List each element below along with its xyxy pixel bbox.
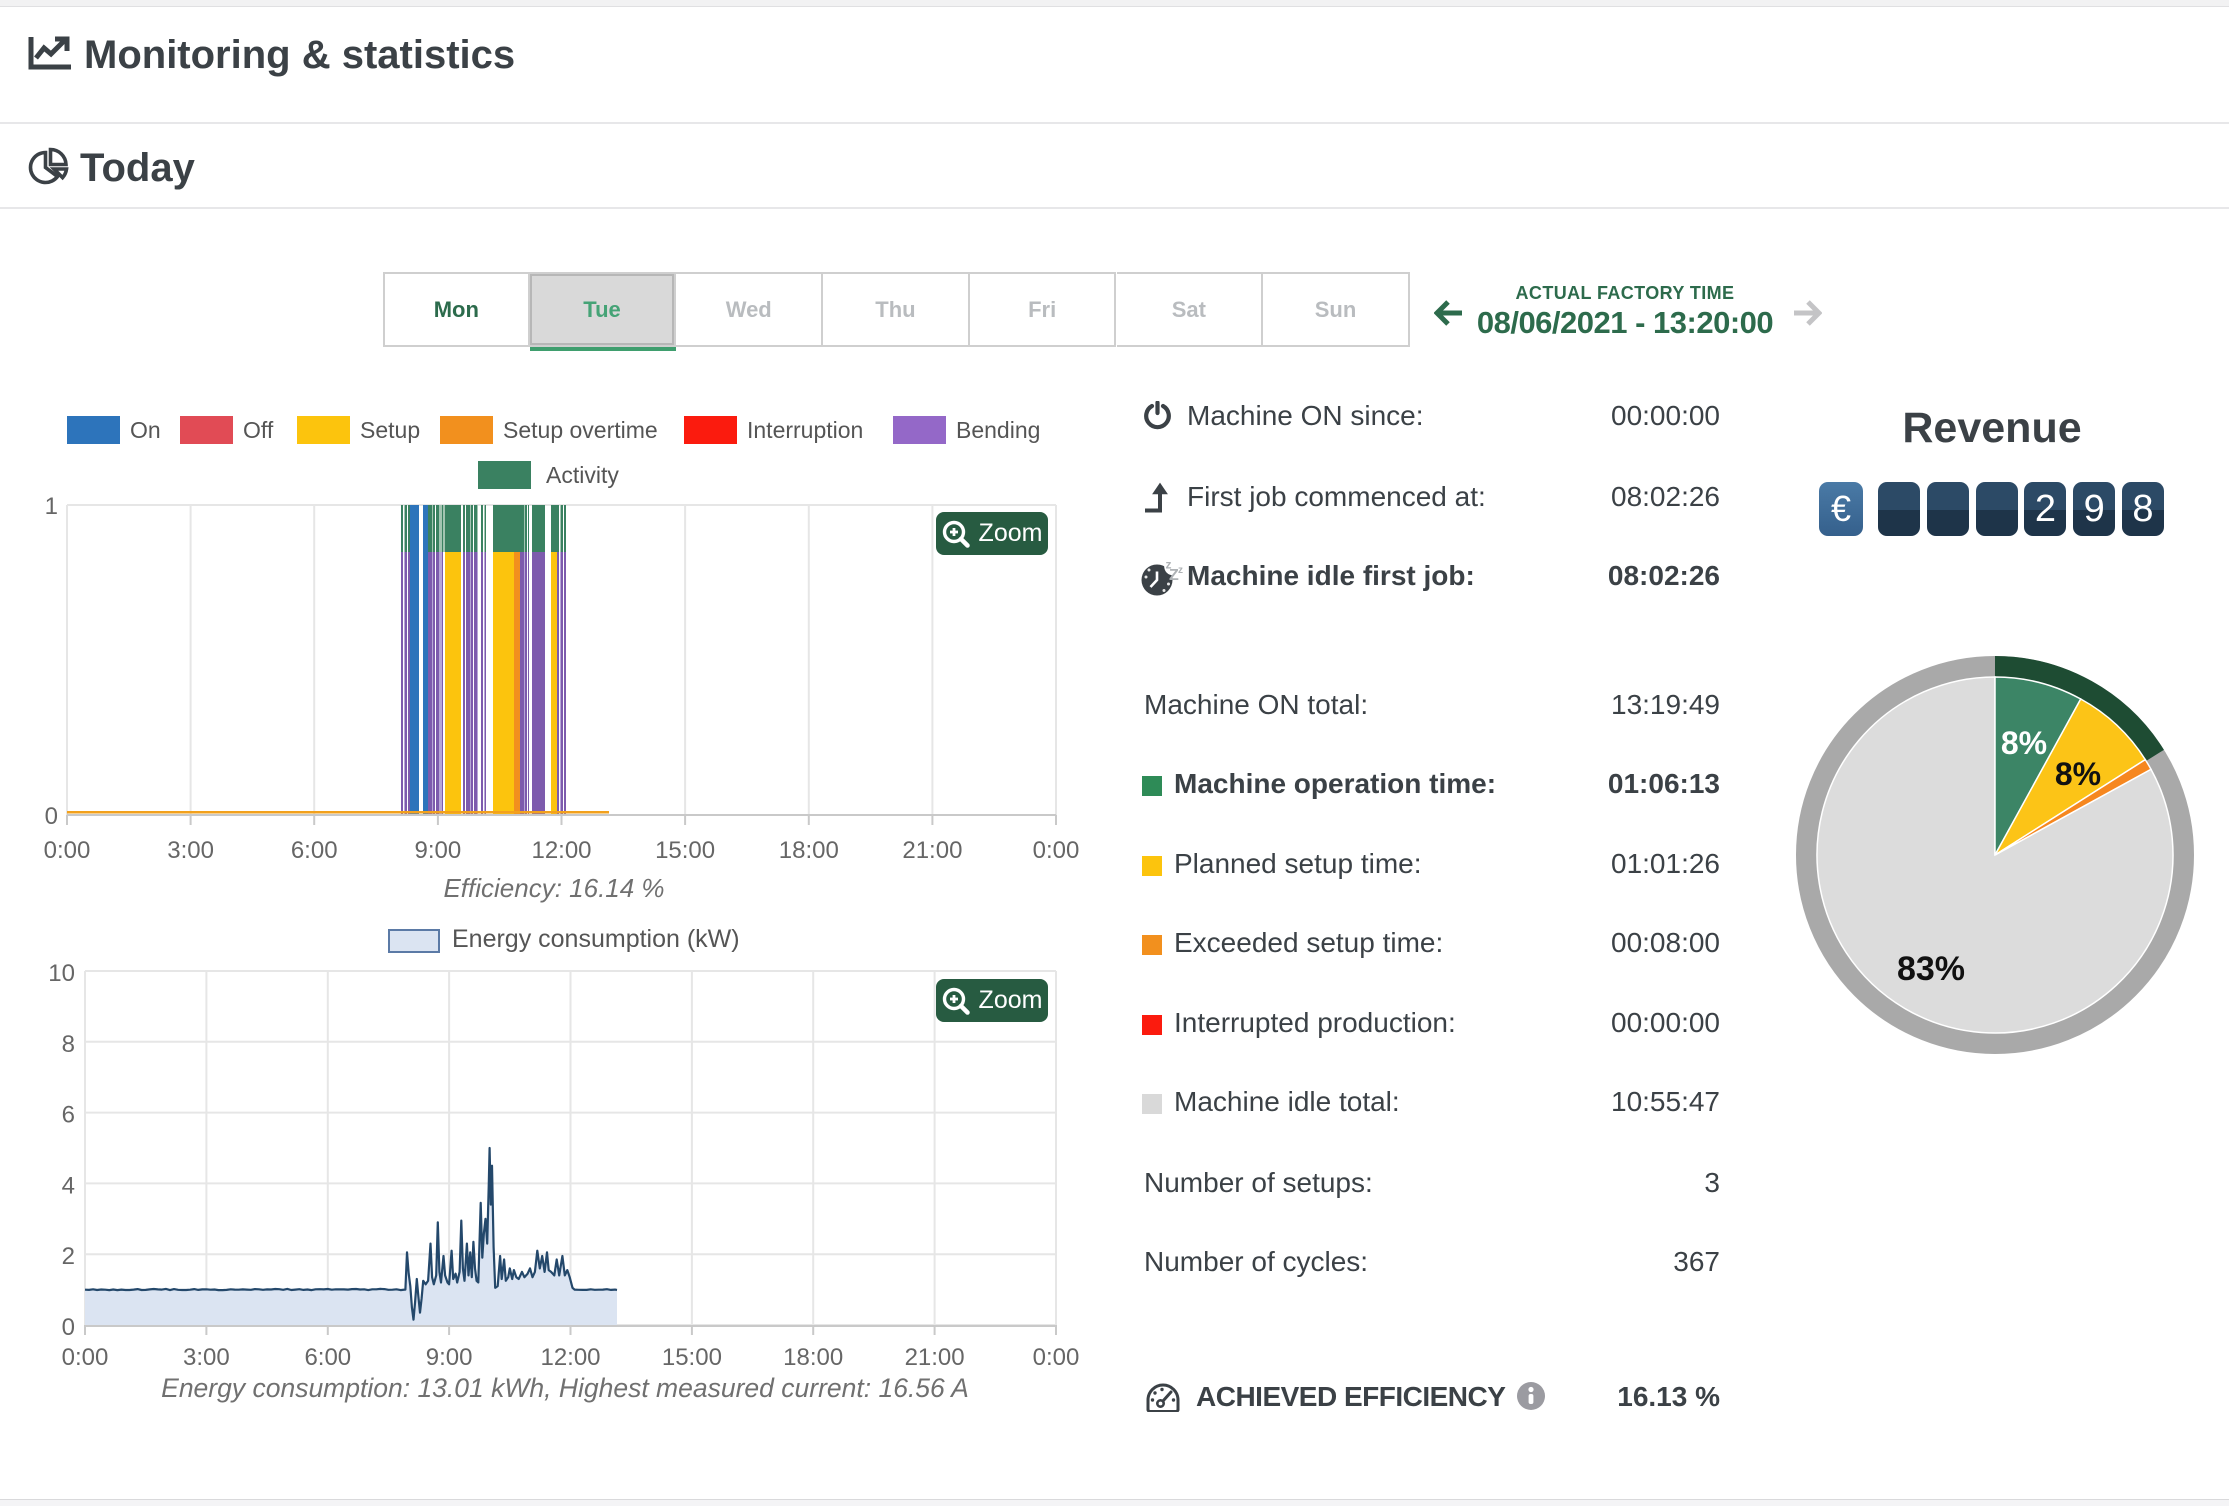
svg-text:8%: 8%: [2001, 725, 2047, 761]
svg-text:3:00: 3:00: [167, 837, 214, 864]
svg-text:18:00: 18:00: [779, 837, 839, 864]
svg-text:9:00: 9:00: [415, 837, 462, 864]
svg-text:1: 1: [45, 493, 58, 520]
svg-text:83%: 83%: [1897, 950, 1965, 988]
svg-text:0:00: 0:00: [1033, 837, 1080, 864]
svg-text:0:00: 0:00: [1033, 1344, 1080, 1371]
svg-text:8: 8: [62, 1031, 75, 1058]
svg-text:2: 2: [62, 1243, 75, 1270]
svg-text:21:00: 21:00: [905, 1344, 965, 1371]
svg-text:8%: 8%: [2055, 756, 2101, 792]
svg-text:15:00: 15:00: [662, 1344, 722, 1371]
svg-text:0: 0: [62, 1314, 75, 1341]
svg-text:9:00: 9:00: [426, 1344, 473, 1371]
svg-text:12:00: 12:00: [531, 837, 591, 864]
svg-text:15:00: 15:00: [655, 837, 715, 864]
svg-text:6: 6: [62, 1102, 75, 1129]
svg-text:4: 4: [62, 1172, 75, 1199]
svg-text:10: 10: [48, 960, 75, 987]
svg-text:3:00: 3:00: [183, 1344, 230, 1371]
svg-text:0:00: 0:00: [62, 1344, 109, 1371]
svg-text:z: z: [1178, 565, 1183, 576]
svg-text:0: 0: [45, 803, 58, 830]
svg-text:18:00: 18:00: [783, 1344, 843, 1371]
svg-text:6:00: 6:00: [291, 837, 338, 864]
svg-text:0:00: 0:00: [44, 837, 91, 864]
svg-text:12:00: 12:00: [540, 1344, 600, 1371]
svg-text:6:00: 6:00: [304, 1344, 351, 1371]
svg-text:21:00: 21:00: [902, 837, 962, 864]
